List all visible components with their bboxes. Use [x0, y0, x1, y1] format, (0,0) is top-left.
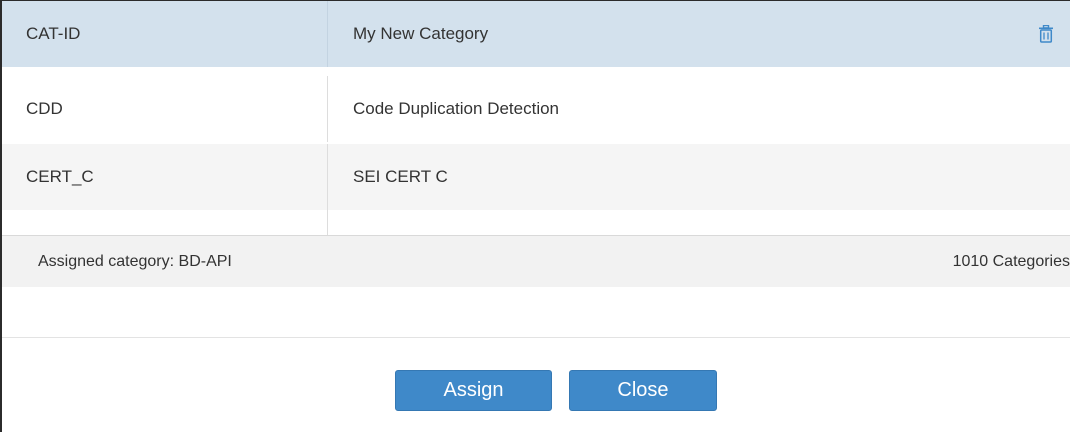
category-id-cell: CAT-ID: [2, 1, 328, 67]
divider: [2, 337, 1070, 338]
close-button[interactable]: Close: [569, 370, 717, 411]
table-row[interactable]: CERT_C SEI CERT C: [2, 144, 1070, 210]
category-table[interactable]: CAT-ID My New Category CDD Code Duplicat…: [2, 1, 1070, 235]
category-dialog: CAT-ID My New Category CDD Code Duplicat…: [0, 0, 1070, 432]
category-name-cell: CERT API00-C (REC) Functions should vali…: [328, 210, 1070, 235]
trash-icon[interactable]: [1038, 25, 1054, 43]
category-name-cell: Code Duplication Detection: [353, 99, 560, 118]
category-name-cell: My New Category: [328, 1, 1070, 67]
table-row[interactable]: CDD Code Duplication Detection: [2, 76, 1070, 142]
table-row[interactable]: CERT_C-API00 CERT API00-C (REC) Function…: [2, 210, 1070, 235]
assign-button[interactable]: Assign: [395, 370, 552, 411]
status-bar: Assigned category: BD-API 1010 Categorie…: [2, 235, 1070, 287]
assigned-category-label: Assigned category: BD-API: [38, 252, 232, 270]
category-id-cell: CERT_C-API00: [2, 210, 328, 235]
category-count: 1010 Categories: [952, 252, 1070, 270]
table-row[interactable]: CAT-ID My New Category: [2, 1, 1070, 67]
category-id-cell: CDD: [2, 76, 328, 142]
category-id-cell: CERT_C: [2, 144, 328, 210]
category-name-cell: SEI CERT C: [353, 167, 448, 186]
category-name-text: My New Category: [353, 24, 489, 43]
